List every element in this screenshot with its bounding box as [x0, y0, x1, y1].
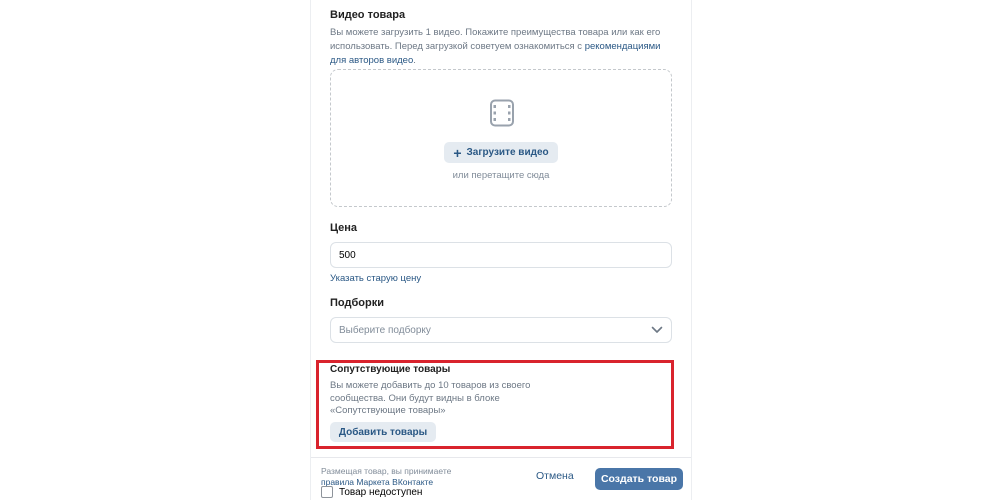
upload-video-button[interactable]: + Загрузите видео	[444, 142, 558, 163]
drop-hint: или перетащите сюда	[452, 170, 550, 181]
collections-title: Подборки	[330, 297, 384, 309]
unavailable-toggle[interactable]: Товар недоступен	[321, 486, 422, 498]
price-input[interactable]: 500	[330, 242, 672, 268]
add-products-button[interactable]: Добавить товары	[330, 422, 436, 442]
related-products-title: Сопутствующие товары	[330, 364, 451, 375]
price-value: 500	[339, 249, 356, 261]
plus-icon: +	[453, 144, 462, 161]
create-product-button[interactable]: Создать товар	[595, 468, 683, 490]
chevron-down-icon	[651, 326, 663, 333]
unavailable-label: Товар недоступен	[339, 486, 423, 498]
unavailable-checkbox[interactable]	[321, 486, 333, 498]
terms-notice: Размещая товар, вы принимаете правила Ма…	[321, 466, 461, 487]
video-dropzone[interactable]	[330, 69, 672, 207]
price-title: Цена	[330, 222, 358, 234]
video-description-end: .	[413, 55, 416, 66]
right-backdrop	[691, 0, 1000, 500]
video-section-title: Видео товара	[330, 9, 406, 21]
cancel-button[interactable]: Отмена	[536, 470, 574, 482]
video-file-icon	[490, 99, 514, 127]
old-price-link[interactable]: Указать старую цену	[330, 273, 421, 284]
product-form-panel: Видео товара Вы можете загрузить 1 видео…	[311, 0, 691, 500]
video-description: Вы можете загрузить 1 видео. Покажите пр…	[330, 26, 675, 68]
footer-divider	[311, 457, 691, 458]
terms-text: Размещая товар, вы принимаете	[321, 466, 452, 476]
left-backdrop	[0, 0, 311, 500]
page: Видео товара Вы можете загрузить 1 видео…	[0, 0, 1000, 500]
collections-select[interactable]: Выберите подборку	[330, 317, 672, 343]
collections-placeholder: Выберите подборку	[339, 324, 431, 336]
upload-video-label: Загрузите видео	[466, 147, 549, 158]
related-products-description: Вы можете добавить до 10 товаров из свое…	[330, 380, 531, 416]
